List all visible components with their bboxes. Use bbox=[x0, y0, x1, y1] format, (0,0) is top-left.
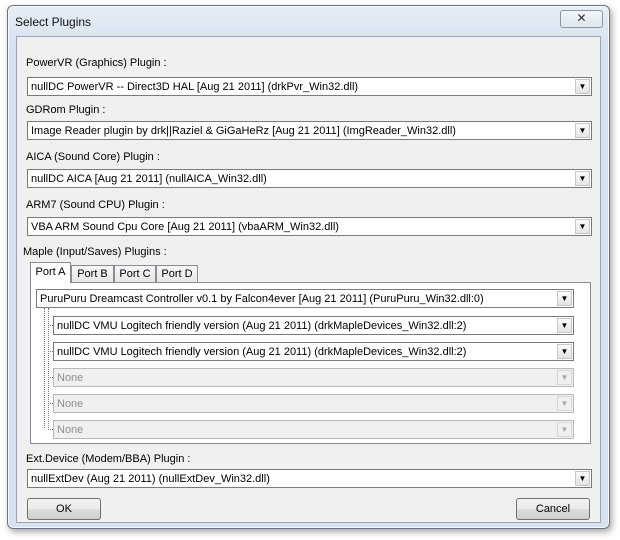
chevron-down-icon[interactable]: ▼ bbox=[575, 471, 590, 486]
tab-port-c[interactable]: Port C bbox=[114, 265, 156, 283]
tab-port-d[interactable]: Port D bbox=[156, 265, 198, 283]
close-button[interactable]: ✕ bbox=[560, 10, 603, 28]
maple-subdevice-value: None bbox=[57, 372, 84, 384]
chevron-down-icon[interactable]: ▼ bbox=[575, 219, 590, 234]
maple-main-device-select[interactable]: PuruPuru Dreamcast Controller v0.1 by Fa… bbox=[36, 289, 574, 308]
tree-connector bbox=[44, 308, 45, 428]
aica-plugin-value: nullDC AICA [Aug 21 2011] (nullAICA_Win3… bbox=[31, 173, 267, 185]
arm7-plugin-select[interactable]: VBA ARM Sound Cpu Core [Aug 21 2011] (vb… bbox=[27, 217, 592, 236]
window-title: Select Plugins bbox=[15, 15, 92, 29]
maple-plugins-label: Maple (Input/Saves) Plugins : bbox=[23, 246, 167, 258]
arm7-plugin-value: VBA ARM Sound Cpu Core [Aug 21 2011] (vb… bbox=[31, 221, 339, 233]
maple-subdevice-5-select: None ▼ bbox=[53, 420, 574, 439]
tab-port-a[interactable]: Port A bbox=[30, 262, 71, 283]
tab-label: Port C bbox=[119, 268, 151, 280]
tab-label: Port A bbox=[35, 266, 66, 278]
aica-plugin-select[interactable]: nullDC AICA [Aug 21 2011] (nullAICA_Win3… bbox=[27, 169, 592, 188]
pvr-plugin-value: nullDC PowerVR -- Direct3D HAL [Aug 21 2… bbox=[31, 81, 359, 93]
maple-subdevice-value: nullDC VMU Logitech friendly version (Au… bbox=[57, 346, 467, 358]
select-plugins-dialog: Select Plugins ✕ PowerVR (Graphics) Plug… bbox=[7, 5, 610, 529]
maple-subdevice-value: None bbox=[57, 424, 84, 436]
tab-label: Port B bbox=[77, 268, 108, 280]
maple-subdevice-1-select[interactable]: nullDC VMU Logitech friendly version (Au… bbox=[53, 316, 574, 335]
close-icon: ✕ bbox=[576, 11, 587, 25]
maple-subdevice-4-select: None ▼ bbox=[53, 394, 574, 413]
maple-subdevice-3-select: None ▼ bbox=[53, 368, 574, 387]
ok-button[interactable]: OK bbox=[27, 498, 101, 520]
maple-subdevice-2-select[interactable]: nullDC VMU Logitech friendly version (Au… bbox=[53, 342, 574, 361]
gdrom-plugin-label: GDRom Plugin : bbox=[26, 104, 106, 116]
aica-plugin-label: AICA (Sound Core) Plugin : bbox=[26, 151, 160, 163]
maple-subdevice-value: None bbox=[57, 398, 84, 410]
extdev-plugin-label: Ext.Device (Modem/BBA) Plugin : bbox=[26, 453, 191, 465]
tab-label: Port D bbox=[161, 268, 193, 280]
gdrom-plugin-select[interactable]: Image Reader plugin by drk||Raziel & GiG… bbox=[27, 121, 592, 140]
tab-port-b[interactable]: Port B bbox=[71, 265, 114, 283]
port-a-panel: PuruPuru Dreamcast Controller v0.1 by Fa… bbox=[30, 282, 591, 444]
cancel-button-label: Cancel bbox=[535, 503, 571, 515]
chevron-down-icon[interactable]: ▼ bbox=[557, 344, 572, 359]
chevron-down-icon[interactable]: ▼ bbox=[557, 318, 572, 333]
gdrom-plugin-value: Image Reader plugin by drk||Raziel & GiG… bbox=[31, 125, 456, 137]
tree-connector bbox=[48, 308, 49, 428]
chevron-down-icon[interactable]: ▼ bbox=[575, 123, 590, 138]
chevron-down-icon[interactable]: ▼ bbox=[557, 291, 572, 306]
title-bar[interactable]: Select Plugins ✕ bbox=[8, 6, 609, 38]
chevron-down-icon[interactable]: ▼ bbox=[575, 171, 590, 186]
dialog-body: PowerVR (Graphics) Plugin : nullDC Power… bbox=[16, 36, 601, 523]
chevron-down-icon: ▼ bbox=[557, 396, 572, 411]
chevron-down-icon[interactable]: ▼ bbox=[575, 79, 590, 94]
maple-main-device-value: PuruPuru Dreamcast Controller v0.1 by Fa… bbox=[40, 293, 484, 305]
pvr-plugin-label: PowerVR (Graphics) Plugin : bbox=[26, 57, 167, 69]
arm7-plugin-label: ARM7 (Sound CPU) Plugin : bbox=[26, 199, 165, 211]
pvr-plugin-select[interactable]: nullDC PowerVR -- Direct3D HAL [Aug 21 2… bbox=[27, 77, 592, 96]
chevron-down-icon: ▼ bbox=[557, 370, 572, 385]
extdev-plugin-value: nullExtDev (Aug 21 2011) (nullExtDev_Win… bbox=[31, 473, 270, 485]
maple-subdevice-value: nullDC VMU Logitech friendly version (Au… bbox=[57, 320, 467, 332]
ok-button-label: OK bbox=[56, 503, 72, 515]
cancel-button[interactable]: Cancel bbox=[516, 498, 590, 520]
extdev-plugin-select[interactable]: nullExtDev (Aug 21 2011) (nullExtDev_Win… bbox=[27, 469, 592, 488]
chevron-down-icon: ▼ bbox=[557, 422, 572, 437]
